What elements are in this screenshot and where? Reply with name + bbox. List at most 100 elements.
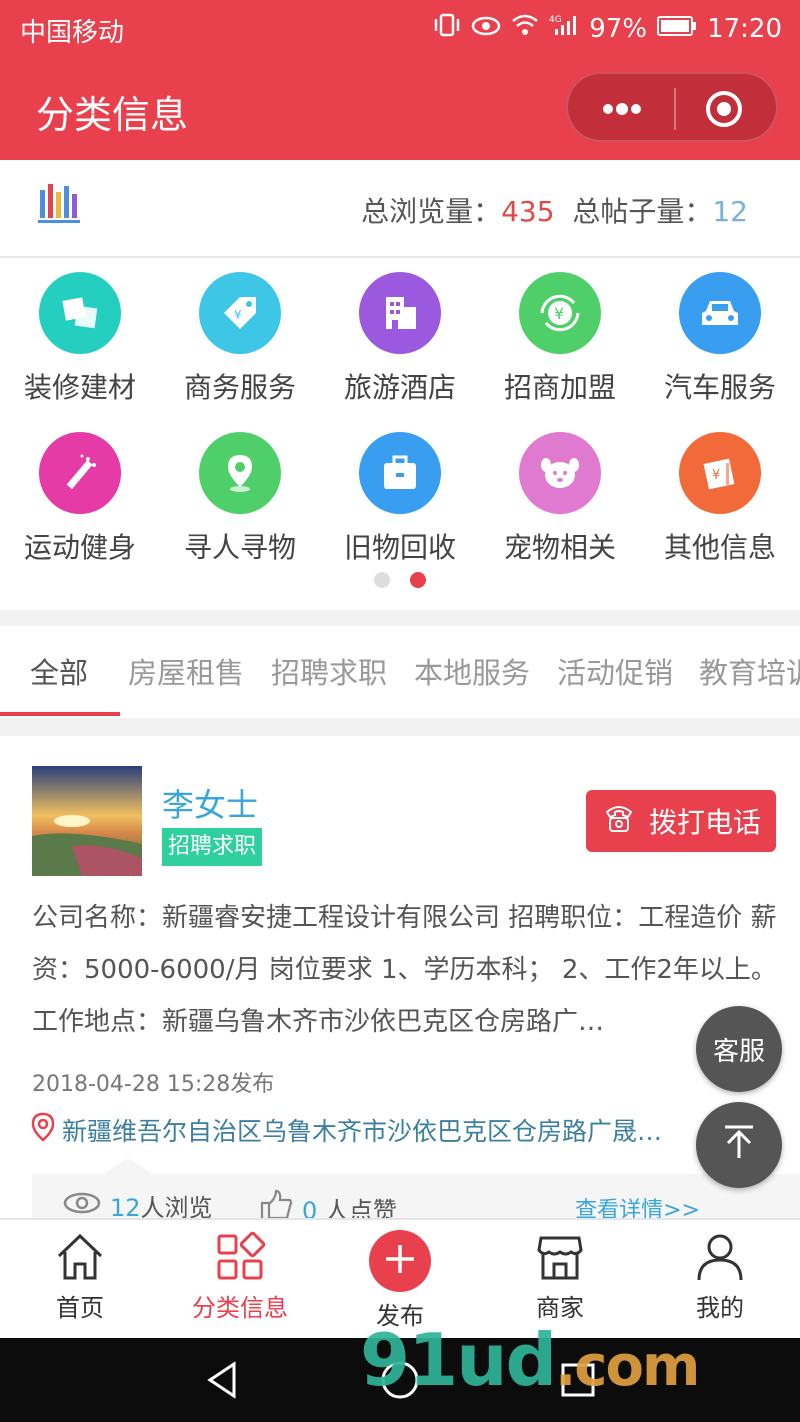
stats-bar: 总浏览量：435 总帖子量：12 xyxy=(0,160,800,258)
category-label: 旅游酒店 xyxy=(343,371,456,404)
customer-service-button[interactable]: 客服 xyxy=(696,1006,782,1092)
post-address[interactable]: 新疆维吾尔自治区乌鲁木齐市沙依巴克区仓房路广晟… xyxy=(30,1112,710,1148)
post-card[interactable]: 李女士 招聘求职 拨打电话 公司名称：新疆睿安捷工程设计有限公司 招聘职位：工程… xyxy=(0,736,800,1236)
car-icon xyxy=(679,272,761,354)
poster-name[interactable]: 李女士 xyxy=(162,780,258,826)
tabbar-category-label: 分类信息 xyxy=(192,1294,288,1322)
tab-promotions[interactable]: 活动促销 xyxy=(557,650,673,692)
more-menu-button[interactable] xyxy=(598,96,646,122)
shop-icon xyxy=(537,1236,583,1280)
address-text: 新疆维吾尔自治区乌鲁木齐市沙依巴克区仓房路广晟… xyxy=(62,1117,663,1146)
tab-all[interactable]: 全部 xyxy=(30,650,88,692)
category-label: 汽车服务 xyxy=(663,371,776,404)
magic-wand-icon xyxy=(39,432,121,514)
page: 中国移动 4G 97% 17:20 分类信息 总浏览量：435 总帖子量：12 … xyxy=(0,0,800,1422)
back-to-top-button[interactable] xyxy=(696,1102,782,1188)
status-icons: 4G 97% 17:20 xyxy=(433,12,782,45)
filter-tabs: 全部 房屋租售 招聘求职 本地服务 活动促销 教育培训 xyxy=(0,626,800,718)
category-label: 寻人寻物 xyxy=(183,531,296,564)
tabbar-mine-label: 我的 xyxy=(696,1294,744,1322)
category-item[interactable]: 旧物回收 xyxy=(320,418,480,568)
building-icon xyxy=(359,272,441,354)
tab-jobs[interactable]: 招聘求职 xyxy=(271,650,387,692)
tiles-icon xyxy=(39,272,121,354)
post-description: 公司名称：新疆睿安捷工程设计有限公司 招聘职位：工程造价 薪资：5000-600… xyxy=(32,903,777,1037)
post-category-tag: 招聘求职 xyxy=(162,828,263,866)
watermark-logo: 91ud.com xyxy=(360,1318,700,1402)
call-phone-button[interactable]: 拨打电话 xyxy=(586,790,776,852)
call-phone-label: 拨打电话 xyxy=(648,806,761,839)
pager-dot-active[interactable] xyxy=(410,572,426,588)
home-icon xyxy=(57,1233,103,1280)
avatar[interactable] xyxy=(32,766,142,876)
signal-icon: 4G xyxy=(549,13,579,44)
category-label: 运动健身 xyxy=(23,531,136,564)
back-triangle-icon[interactable] xyxy=(200,1358,244,1402)
location-pin-icon xyxy=(199,432,281,514)
customer-service-label: 客服 xyxy=(712,1036,765,1067)
post-date: 2018-04-28 15:28发布 xyxy=(32,1072,275,1097)
bar-chart-icon xyxy=(36,180,82,226)
phone-icon xyxy=(601,800,637,843)
tabbar-category[interactable]: 分类信息 xyxy=(160,1230,320,1323)
briefcase-icon xyxy=(359,432,441,514)
tabbar-home[interactable]: 首页 xyxy=(0,1230,160,1323)
category-item[interactable]: ¥ 招商加盟 xyxy=(480,258,640,408)
category-item[interactable]: 寻人寻物 xyxy=(160,418,320,568)
location-pin-icon xyxy=(30,1112,56,1148)
category-item[interactable]: 汽车服务 xyxy=(640,258,800,408)
svg-text:¥: ¥ xyxy=(554,304,564,323)
price-tag-icon: ¥ xyxy=(199,272,281,354)
tab-housing[interactable]: 房屋租售 xyxy=(128,650,244,692)
wifi-icon xyxy=(511,13,539,44)
category-grid-icon xyxy=(217,1231,266,1280)
eye-icon xyxy=(471,14,501,44)
tabbar-shop[interactable]: 商家 xyxy=(480,1230,640,1323)
pager-dots xyxy=(0,572,800,592)
vibrate-icon xyxy=(433,12,461,45)
category-item[interactable]: 运动健身 xyxy=(0,418,160,568)
page-title: 分类信息 xyxy=(36,93,189,137)
capsule-divider xyxy=(674,88,676,130)
pet-face-icon xyxy=(519,432,601,514)
category-label: 其他信息 xyxy=(663,531,776,564)
watermark-main: 91ud xyxy=(360,1318,557,1402)
battery-icon xyxy=(657,14,697,44)
tab-education[interactable]: 教育培训 xyxy=(699,650,800,692)
arrow-up-icon xyxy=(719,1122,759,1169)
status-bar: 中国移动 4G 97% 17:20 xyxy=(0,0,800,54)
category-item[interactable]: 旅游酒店 xyxy=(320,258,480,408)
tabbar-home-label: 首页 xyxy=(56,1294,104,1322)
svg-text:4G: 4G xyxy=(549,15,562,25)
svg-text:¥: ¥ xyxy=(712,468,720,483)
category-label: 商务服务 xyxy=(183,371,296,404)
tabbar-publish[interactable]: 发布 xyxy=(320,1230,480,1331)
battery-percent: 97% xyxy=(589,13,648,44)
miniprogram-capsule xyxy=(566,72,778,142)
category-item[interactable]: ¥ 商务服务 xyxy=(160,258,320,408)
posts-value: 12 xyxy=(712,195,748,228)
category-item[interactable]: 宠物相关 xyxy=(480,418,640,568)
eye-icon xyxy=(62,1191,102,1221)
plus-icon xyxy=(369,1230,431,1292)
views-value: 435 xyxy=(501,195,555,228)
category-item[interactable]: ¥ 其他信息 xyxy=(640,418,800,568)
category-grid: 装修建材 ¥ 商务服务 旅游酒店 ¥ 招商加盟 汽车服务运动健身 寻人寻物 旧物回收 宠物相关 ¥ 其… xyxy=(0,258,800,610)
svg-text:¥: ¥ xyxy=(234,308,242,322)
tabbar-mine[interactable]: 我的 xyxy=(640,1230,800,1323)
ticket-icon: ¥ xyxy=(679,432,761,514)
watermark-suffix: .com xyxy=(555,1334,700,1399)
pager-dot[interactable] xyxy=(374,572,390,588)
tab-local-services[interactable]: 本地服务 xyxy=(414,650,530,692)
user-icon xyxy=(697,1234,743,1281)
close-miniprogram-button[interactable] xyxy=(704,89,744,129)
clock: 17:20 xyxy=(707,13,782,44)
app-bar: 分类信息 xyxy=(0,54,800,160)
category-label: 宠物相关 xyxy=(503,531,616,564)
carrier-name: 中国移动 xyxy=(20,18,125,48)
active-tab-indicator xyxy=(0,712,120,716)
views-label: 总浏览量： xyxy=(361,195,502,228)
posts-label: 总帖子量： xyxy=(572,195,713,228)
stats-text: 总浏览量：435 总帖子量：12 xyxy=(361,190,748,230)
category-item[interactable]: 装修建材 xyxy=(0,258,160,408)
